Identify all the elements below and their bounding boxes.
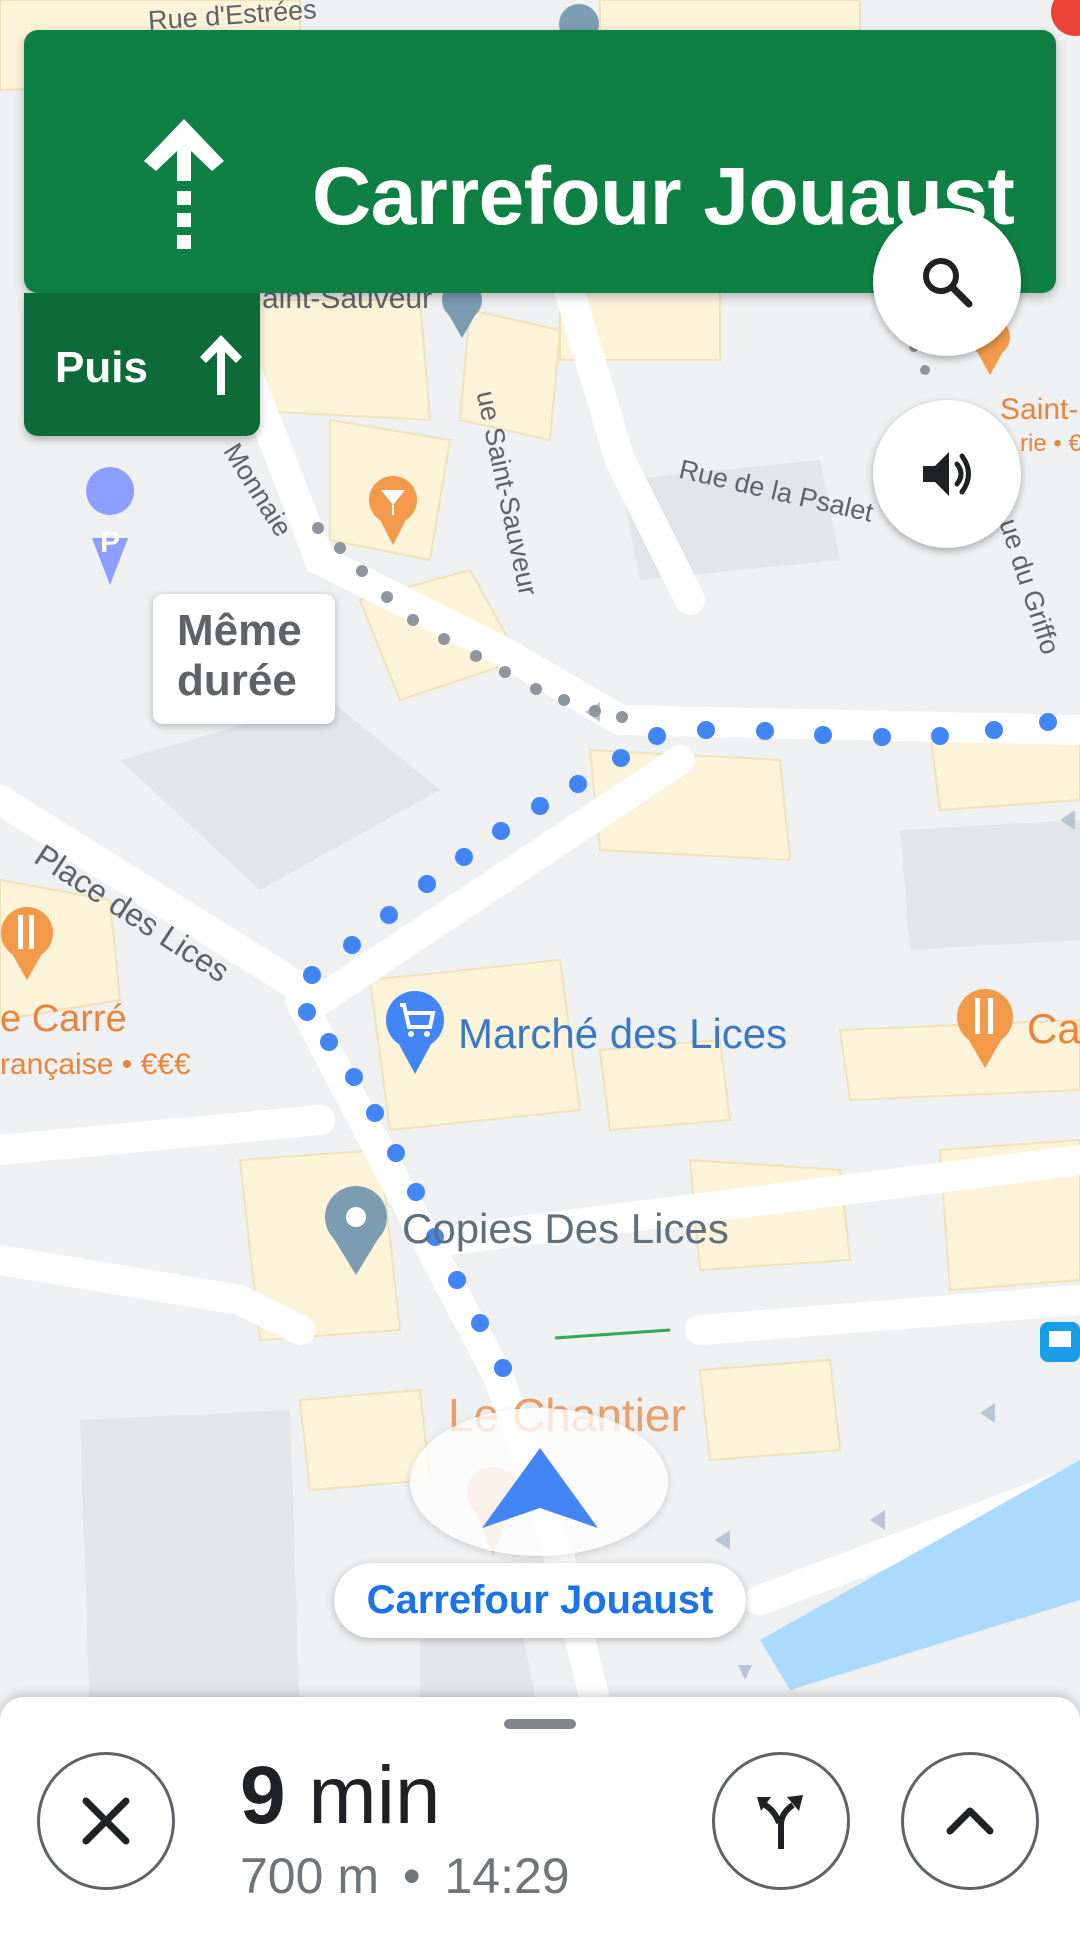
volume-icon bbox=[923, 452, 971, 496]
destination-chip[interactable]: Carrefour Jouaust bbox=[334, 1563, 746, 1638]
duration-number: 9 bbox=[240, 1750, 286, 1841]
alternate-route-text-line2: durée bbox=[177, 656, 297, 705]
then-label: Puis bbox=[55, 343, 148, 392]
destination-label: Carrefour Jouaust bbox=[366, 1578, 714, 1622]
navigation-arrow-icon bbox=[482, 1448, 598, 1528]
place-label[interactable]: Copies Des Lices bbox=[402, 1205, 729, 1253]
arrival-time: 14:29 bbox=[444, 1848, 570, 1904]
trip-summary-sheet[interactable]: 9 min 700 m • 14:29 bbox=[0, 1697, 1080, 1938]
place-label[interactable]: e Carré bbox=[0, 998, 127, 1041]
alternate-route-label[interactable]: Même durée bbox=[153, 594, 335, 724]
separator-dot: • bbox=[402, 1848, 421, 1904]
svg-text:P: P bbox=[100, 526, 120, 559]
sound-button[interactable] bbox=[873, 400, 1021, 548]
drag-handle[interactable] bbox=[504, 1719, 576, 1729]
exit-navigation-button[interactable] bbox=[37, 1752, 175, 1890]
place-label[interactable]: Marché des Lices bbox=[458, 1010, 787, 1058]
arrow-up-icon bbox=[200, 335, 242, 395]
alternate-routes-button[interactable] bbox=[712, 1752, 850, 1890]
place-label[interactable]: Saint- bbox=[1000, 393, 1078, 427]
arrow-straight-icon bbox=[144, 119, 224, 249]
place-subtitle: rançaise • €€€ bbox=[0, 1048, 191, 1081]
alternate-route-text-line1: Même bbox=[177, 606, 302, 655]
search-icon bbox=[923, 258, 973, 308]
location-puck bbox=[410, 1408, 668, 1556]
place-label[interactable]: Ca bbox=[1027, 1005, 1080, 1053]
trip-distance: 700 m bbox=[240, 1848, 379, 1904]
close-icon bbox=[82, 1797, 130, 1845]
alternate-routes-icon bbox=[757, 1795, 803, 1849]
trip-duration: 9 min bbox=[240, 1749, 441, 1843]
search-button[interactable] bbox=[873, 208, 1021, 356]
place-subtitle: rie • € bbox=[1020, 430, 1080, 457]
then-instruction[interactable]: Puis bbox=[24, 293, 260, 436]
trip-details: 700 m • 14:29 bbox=[240, 1847, 570, 1905]
bus-stop-icon bbox=[1040, 1322, 1080, 1362]
chevron-up-icon bbox=[946, 1807, 994, 1835]
duration-unit: min bbox=[308, 1750, 441, 1841]
expand-sheet-button[interactable] bbox=[901, 1752, 1039, 1890]
